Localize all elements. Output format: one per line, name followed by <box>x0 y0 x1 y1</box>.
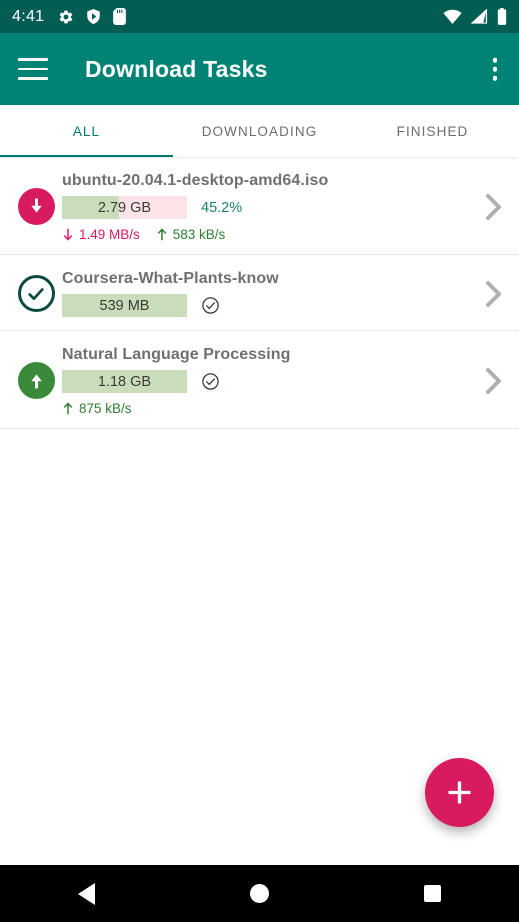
task-meta-row: 2.79 GB 45.2% <box>62 196 475 219</box>
download-arrow-icon[interactable] <box>17 188 55 225</box>
check-glyph <box>28 287 44 300</box>
completed-check-icon <box>201 372 220 391</box>
overflow-dot <box>492 75 497 81</box>
chevron-glyph <box>486 367 501 394</box>
phone-screen: 4:41 Download Tasks ALL DOWNLOADING FINI… <box>0 0 519 922</box>
task-speeds: 875 kB/s <box>62 401 475 416</box>
tab-all[interactable]: ALL <box>0 105 173 157</box>
gear-icon <box>60 10 73 23</box>
chevron-right-icon[interactable] <box>481 364 505 398</box>
check-circle-glyph <box>202 373 219 390</box>
progress-percent: 45.2% <box>201 199 243 216</box>
status-bar: 4:41 <box>0 0 519 33</box>
hamburger-line <box>18 77 48 80</box>
task-list: ubuntu-20.04.1-desktop-amd64.iso 2.79 GB… <box>0 157 519 865</box>
task-row[interactable]: Natural Language Processing 1.18 GB 875 … <box>0 331 519 429</box>
chevron-right-icon[interactable] <box>481 277 505 311</box>
chevron-glyph <box>486 193 501 220</box>
shield-play-icon <box>87 9 101 24</box>
upload-speed-value: 583 kB/s <box>172 227 226 242</box>
app-bar: Download Tasks <box>0 33 519 105</box>
overflow-dot <box>492 57 497 63</box>
tab-bar: ALL DOWNLOADING FINISHED <box>0 105 519 157</box>
plus-icon <box>448 781 471 804</box>
task-name: ubuntu-20.04.1-desktop-amd64.iso <box>62 172 329 189</box>
more-vert-icon[interactable] <box>492 57 497 81</box>
hamburger-menu-icon[interactable] <box>18 58 48 80</box>
nav-back-button[interactable] <box>0 882 173 905</box>
battery-icon <box>497 8 507 25</box>
arrow-down-icon <box>63 228 73 241</box>
check-circle-glyph <box>202 297 219 314</box>
task-meta-row: 539 MB <box>62 294 475 317</box>
nav-recents-button[interactable] <box>346 885 519 902</box>
back-triangle-icon <box>78 882 95 905</box>
arrow-up-icon <box>157 228 167 241</box>
task-name: Natural Language Processing <box>62 346 291 363</box>
task-meta-row: 1.18 GB <box>62 370 475 393</box>
task-size: 2.79 GB <box>97 199 152 216</box>
task-state-icon-wrap[interactable] <box>10 362 62 399</box>
recents-square-icon <box>424 885 441 902</box>
chevron-right-icon[interactable] <box>481 190 505 224</box>
arrow-up-glyph <box>30 374 42 389</box>
progress-bar: 1.18 GB <box>62 370 187 393</box>
completed-check-icon <box>201 296 220 315</box>
wifi-icon <box>443 9 462 24</box>
upload-speed-value: 875 kB/s <box>79 401 132 416</box>
android-nav-bar <box>0 865 519 922</box>
progress-bar: 2.79 GB <box>62 196 187 219</box>
task-details: Natural Language Processing 1.18 GB 875 … <box>62 345 475 416</box>
status-notification-icons <box>58 8 127 25</box>
progress-bar: 539 MB <box>62 294 187 317</box>
task-state-icon-wrap[interactable] <box>10 275 62 312</box>
upload-arrow-icon[interactable] <box>17 362 55 399</box>
nav-home-button[interactable] <box>173 884 346 903</box>
task-speeds: 1.49 MB/s 583 kB/s <box>62 227 475 242</box>
hamburger-line <box>18 58 48 61</box>
task-row[interactable]: Coursera-What-Plants-know 539 MB <box>0 255 519 331</box>
task-row[interactable]: ubuntu-20.04.1-desktop-amd64.iso 2.79 GB… <box>0 157 519 255</box>
upload-speed: 583 kB/s <box>156 227 226 242</box>
task-details: ubuntu-20.04.1-desktop-amd64.iso 2.79 GB… <box>62 171 475 242</box>
cell-signal-icon <box>471 9 488 24</box>
page-title: Download Tasks <box>85 55 268 82</box>
tab-downloading[interactable]: DOWNLOADING <box>173 105 346 157</box>
download-speed: 1.49 MB/s <box>62 227 140 242</box>
task-name: Coursera-What-Plants-know <box>62 270 279 287</box>
home-circle-icon <box>250 884 269 903</box>
arrow-down-glyph <box>30 198 42 213</box>
tab-finished[interactable]: FINISHED <box>346 105 519 157</box>
check-circle-outline-icon[interactable] <box>17 275 55 312</box>
task-size: 1.18 GB <box>97 373 152 390</box>
task-details: Coursera-What-Plants-know 539 MB <box>62 269 475 317</box>
download-speed-value: 1.49 MB/s <box>79 227 140 242</box>
chevron-glyph <box>486 280 501 307</box>
add-task-fab[interactable] <box>425 758 494 827</box>
overflow-dot <box>492 66 497 72</box>
sd-card-icon <box>113 8 127 25</box>
status-system-icons <box>443 8 507 25</box>
arrow-up-icon <box>63 402 73 415</box>
status-clock: 4:41 <box>12 7 45 25</box>
task-size: 539 MB <box>99 297 150 314</box>
hamburger-line <box>18 67 48 71</box>
upload-speed: 875 kB/s <box>62 401 132 416</box>
task-state-icon-wrap[interactable] <box>10 188 62 225</box>
